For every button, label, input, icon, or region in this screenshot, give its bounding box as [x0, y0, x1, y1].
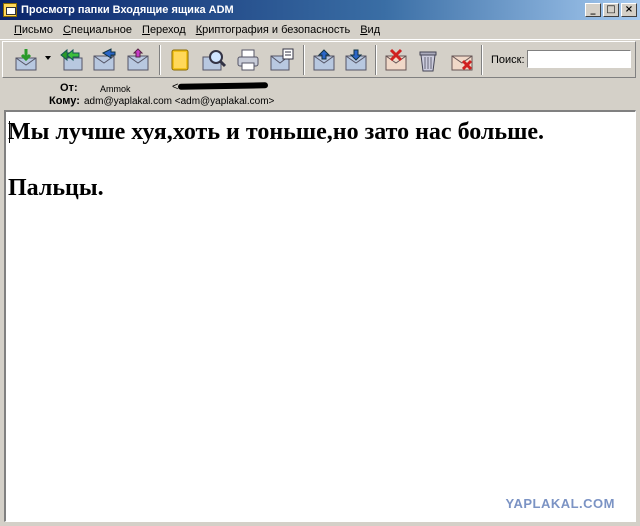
- delete-icon: [385, 48, 407, 71]
- reply-all-icon: [60, 48, 83, 71]
- message-body[interactable]: Мы лучше хуя,хоть и тоньше,но зато нас б…: [4, 110, 636, 522]
- find-icon: [202, 50, 227, 71]
- message-properties-button[interactable]: [269, 47, 295, 73]
- message-text: Мы лучше хуя,хоть и тоньше,но зато нас б…: [8, 118, 628, 202]
- forward-icon: [93, 48, 116, 71]
- menu-item-crypto[interactable]: Криптография и безопасность: [191, 24, 355, 36]
- redaction-mark: [177, 82, 269, 90]
- junk-button[interactable]: [449, 47, 475, 73]
- reply-all-button[interactable]: [59, 47, 85, 73]
- print-button[interactable]: [235, 47, 261, 73]
- find-button[interactable]: [201, 47, 227, 73]
- address-book-icon: [171, 49, 189, 71]
- from-name[interactable]: Ammok: [100, 84, 131, 94]
- get-mail-button[interactable]: [13, 47, 39, 73]
- send-button[interactable]: [125, 47, 151, 73]
- trash-icon: [419, 51, 437, 72]
- toolbar: Поиск:: [2, 41, 636, 78]
- previous-icon: [313, 49, 335, 71]
- delete-button[interactable]: [383, 47, 409, 73]
- app-icon: [3, 3, 17, 17]
- menu-item-letter[interactable]: Письмо: [9, 24, 58, 36]
- menu-item-go[interactable]: Переход: [137, 24, 191, 36]
- message-header: От: Ammok < Кому: adm@yaplakal.com <adm@…: [0, 79, 640, 109]
- forward-button[interactable]: [91, 47, 117, 73]
- print-icon: [237, 49, 259, 71]
- properties-icon: [270, 48, 294, 71]
- next-message-button[interactable]: [343, 47, 369, 73]
- message-line: Мы лучше хуя,хоть и тоньше,но зато нас б…: [8, 119, 545, 145]
- toolbar-separator: [303, 45, 305, 75]
- previous-message-button[interactable]: [311, 47, 337, 73]
- menu-bar: Письмо Специальное Переход Криптография …: [0, 20, 640, 40]
- toolbar-separator: [375, 45, 377, 75]
- menu-item-view[interactable]: Вид: [355, 24, 385, 36]
- search-label: Поиск:: [491, 54, 525, 66]
- menu-item-special[interactable]: Специальное: [58, 24, 137, 36]
- window-controls: _ □ ×: [585, 3, 637, 17]
- title-bar[interactable]: Просмотр папки Входящие ящика ADM _ □ ×: [0, 0, 640, 20]
- get-mail-icon: [15, 49, 37, 71]
- minimize-button[interactable]: _: [585, 3, 601, 17]
- address-book-button[interactable]: [167, 47, 193, 73]
- flag-icon: [451, 55, 473, 71]
- window-title: Просмотр папки Входящие ящика ADM: [21, 4, 234, 16]
- search-input[interactable]: [527, 50, 631, 68]
- toolbar-separator: [159, 45, 161, 75]
- from-label: От:: [60, 82, 78, 94]
- toolbar-separator: [481, 45, 483, 75]
- trash-button[interactable]: [415, 47, 441, 73]
- send-icon: [127, 48, 149, 71]
- to-address[interactable]: adm@yaplakal.com <adm@yaplakal.com>: [84, 96, 274, 107]
- next-icon: [345, 49, 367, 71]
- get-mail-dropdown-icon[interactable]: [45, 56, 51, 60]
- maximize-button[interactable]: □: [603, 3, 619, 17]
- close-button[interactable]: ×: [621, 3, 637, 17]
- to-label: Кому:: [49, 95, 80, 107]
- watermark: YAPLAKAL.COM: [505, 496, 615, 511]
- message-line: Пальцы.: [8, 175, 104, 201]
